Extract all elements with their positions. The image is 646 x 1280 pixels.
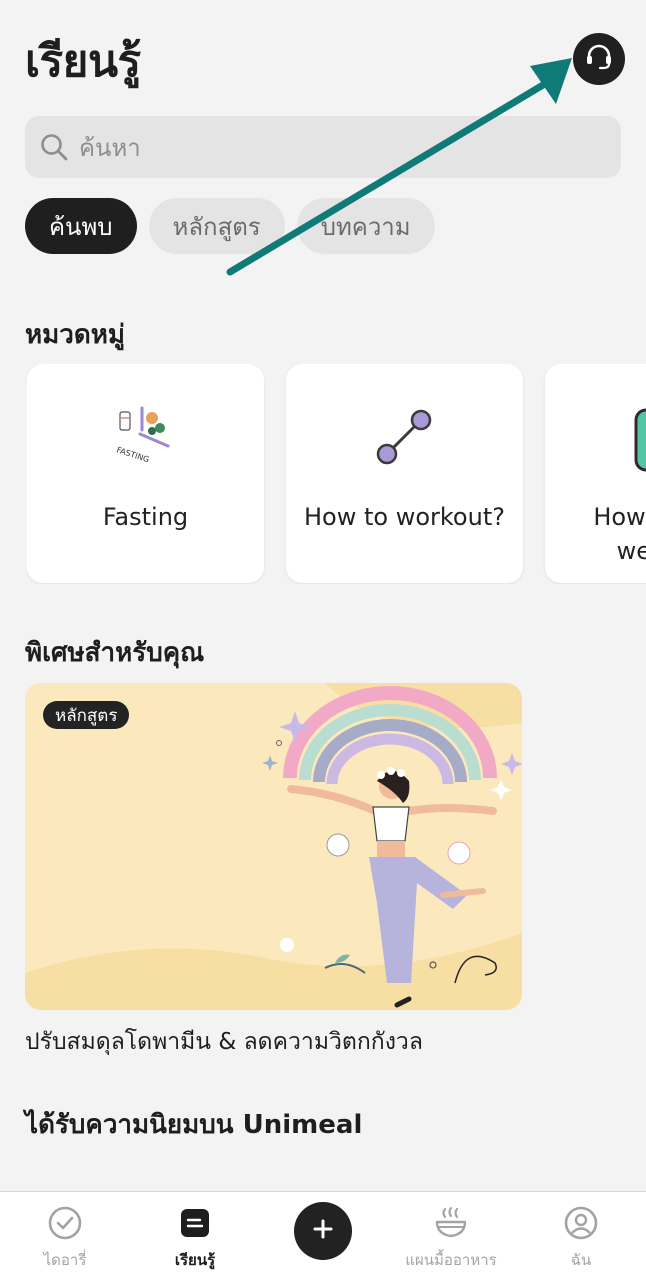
- nav-meal-plan[interactable]: แผนมื้ออาหาร: [391, 1204, 511, 1272]
- food-bowl-icon: [432, 1204, 470, 1242]
- tab-bar: ค้นพบ หลักสูตร บทความ: [25, 198, 435, 254]
- svg-text:FASTING: FASTING: [115, 445, 150, 464]
- add-button[interactable]: [294, 1202, 352, 1260]
- fasting-illustration-icon: FASTING: [106, 398, 186, 478]
- tab-discover[interactable]: ค้นพบ: [25, 198, 137, 254]
- categories-heading: หมวดหมู่: [25, 320, 126, 350]
- headset-icon: [582, 40, 616, 78]
- nav-learn[interactable]: เรียนรู้: [135, 1204, 255, 1272]
- nav-label: ไดอารี่: [43, 1251, 87, 1269]
- nav-profile[interactable]: ฉัน: [521, 1204, 641, 1272]
- page-title: เรียนรู้: [25, 36, 141, 87]
- learn-card-icon: [176, 1204, 214, 1242]
- woman-rainbow-illustration: [25, 683, 522, 1010]
- category-label: How to workout?: [304, 503, 505, 531]
- dumbbell-icon: [365, 398, 445, 478]
- category-card-lose-weight[interactable]: How to lose weight?: [545, 364, 646, 583]
- nav-diary[interactable]: ไดอารี่: [5, 1204, 125, 1272]
- plus-icon: [310, 1216, 336, 1246]
- featured-heading: พิเศษสำหรับคุณ: [25, 638, 205, 668]
- nav-label: ฉัน: [570, 1251, 592, 1269]
- featured-course-card[interactable]: หลักสูตร: [25, 683, 522, 1010]
- search-placeholder: ค้นหา: [79, 133, 141, 162]
- categories-carousel[interactable]: FASTING Fasting How to workout? How to l…: [27, 364, 646, 584]
- bottom-navigation: ไดอารี่ เรียนรู้ แผนมื้ออาหาร ฉัน: [0, 1191, 646, 1280]
- category-card-fasting[interactable]: FASTING Fasting: [27, 364, 264, 583]
- tab-articles[interactable]: บทความ: [296, 198, 435, 254]
- category-label: How to lose weight?: [593, 503, 646, 565]
- check-circle-icon: [46, 1204, 84, 1242]
- scale-icon: [624, 398, 646, 478]
- category-card-workout[interactable]: How to workout?: [286, 364, 523, 583]
- search-icon: [37, 130, 71, 164]
- category-label: Fasting: [102, 503, 189, 531]
- profile-icon: [562, 1204, 600, 1242]
- popular-heading: ได้รับความนิยมบน Unimeal: [25, 1110, 363, 1140]
- search-input[interactable]: ค้นหา: [25, 116, 621, 178]
- nav-label: เรียนรู้: [174, 1251, 216, 1269]
- featured-card-title[interactable]: ปรับสมดุลโดพามีน & ลดความวิตกกังวล: [25, 1024, 423, 1060]
- course-badge: หลักสูตร: [43, 701, 130, 729]
- support-button[interactable]: [573, 33, 625, 85]
- nav-label: แผนมื้ออาหาร: [405, 1251, 497, 1269]
- tab-courses[interactable]: หลักสูตร: [148, 198, 285, 254]
